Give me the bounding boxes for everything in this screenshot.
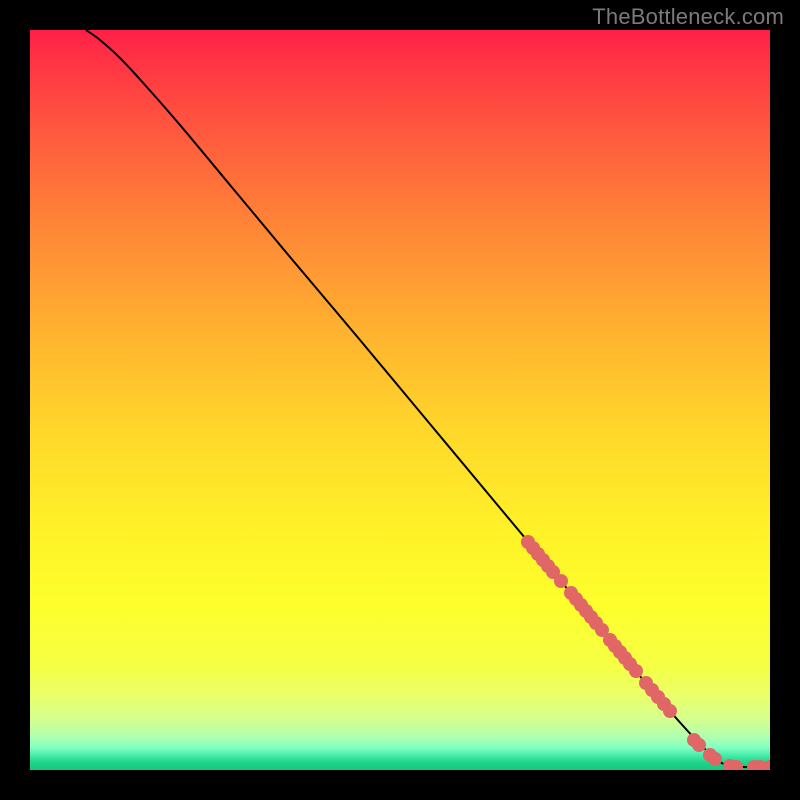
watermark-text: TheBottleneck.com: [592, 4, 784, 30]
chart-dot: [708, 752, 722, 766]
chart-dot: [692, 738, 706, 752]
chart-dots: [521, 535, 770, 770]
chart-dot: [629, 664, 643, 678]
chart-dot: [554, 574, 568, 588]
plot-area: [30, 30, 770, 770]
chart-frame: TheBottleneck.com: [0, 0, 800, 800]
chart-svg: [30, 30, 770, 770]
chart-dot: [663, 704, 677, 718]
chart-curve: [86, 30, 770, 767]
